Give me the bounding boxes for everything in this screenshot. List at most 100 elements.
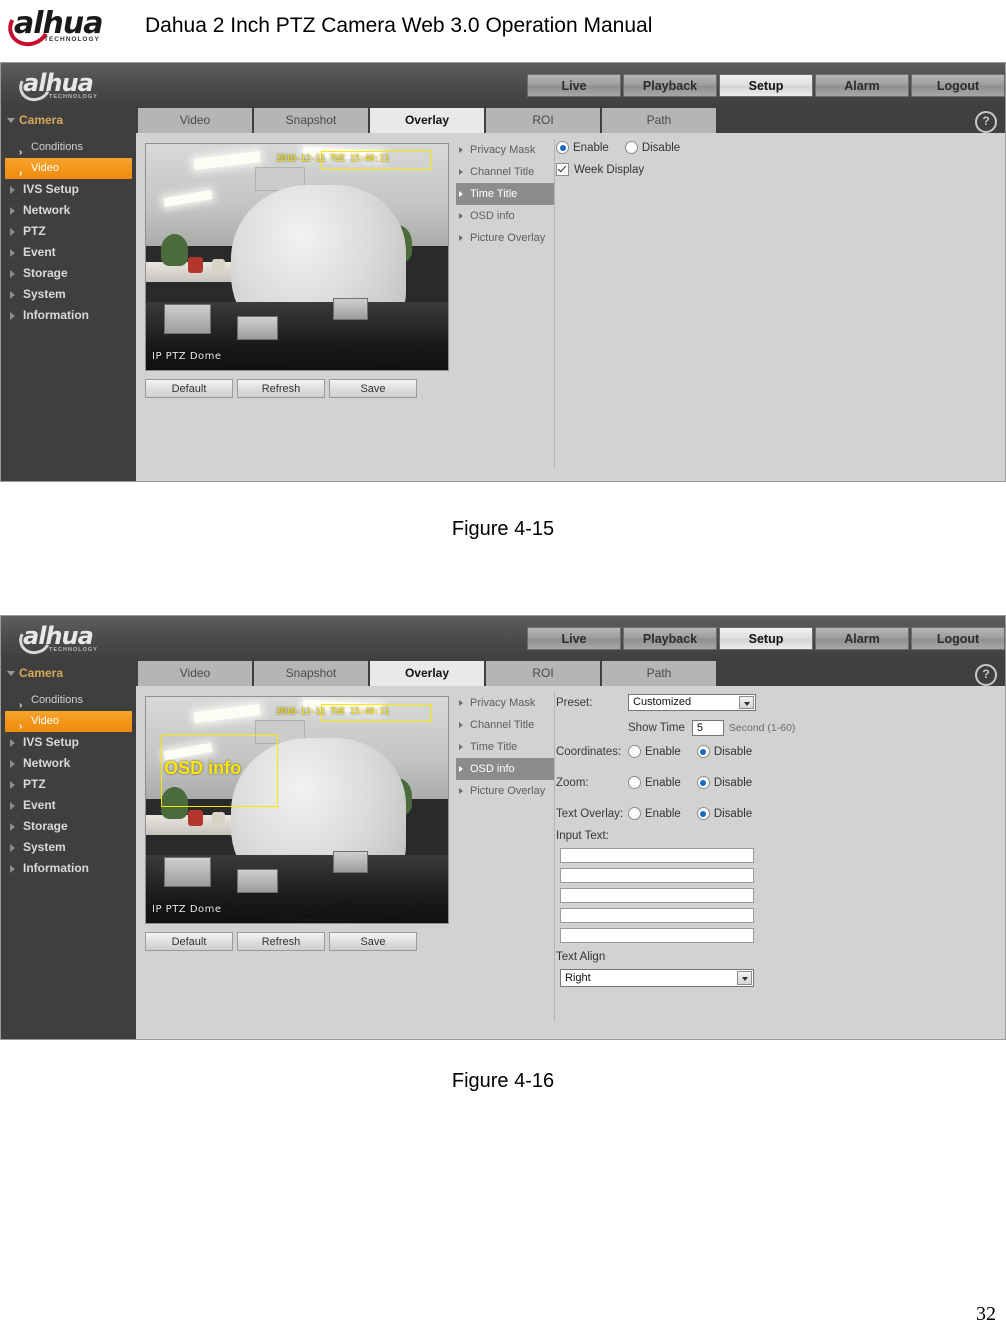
sidebar-item-label-information-2: Information (23, 861, 89, 875)
text-align-label-2: Text Align (556, 951, 606, 963)
label-disable-1[interactable]: Disable (642, 142, 680, 154)
label-coordinates-enable-2[interactable]: Enable (645, 746, 681, 758)
action-button-row-2: Default Refresh Save (145, 932, 449, 951)
tabs-1: Video Snapshot Overlay ROI Path (138, 108, 718, 133)
chevron-down-icon-text-align-2[interactable] (737, 971, 752, 985)
sidebar-item-information-1[interactable]: Information (1, 305, 136, 326)
video-scene-box-c-2 (333, 850, 369, 873)
show-time-input-2[interactable]: 5 (691, 720, 724, 736)
week-display-row-1: Week Display (556, 163, 997, 176)
sidebar-item-system-1[interactable]: System (1, 284, 136, 305)
tab-path-1[interactable]: Path (602, 108, 716, 133)
sidebar-item-ptz-2[interactable]: PTZ (1, 774, 136, 795)
tab-path-2[interactable]: Path (602, 661, 716, 686)
sidebar-item-event-2[interactable]: Event (1, 795, 136, 816)
sidebar-item-storage-2[interactable]: Storage (1, 816, 136, 837)
label-text-overlay-disable-2[interactable]: Disable (714, 808, 752, 820)
tab-roi-1[interactable]: ROI (486, 108, 600, 133)
app-logo-tagline-1: TECHNOLOGY (49, 94, 98, 100)
sidebar-item-network-1[interactable]: Network (1, 200, 136, 221)
nav-button-setup-1[interactable]: Setup (719, 74, 813, 97)
text-align-select-2[interactable]: Right (560, 969, 754, 987)
help-icon-1[interactable]: ? (975, 111, 997, 133)
input-text-field-1-2[interactable] (560, 848, 754, 863)
label-zoom-enable-2[interactable]: Enable (645, 777, 681, 789)
refresh-button-2[interactable]: Refresh (237, 932, 325, 951)
default-button-1[interactable]: Default (145, 379, 233, 398)
input-text-field-4-2[interactable] (560, 908, 754, 923)
nav-button-live-2[interactable]: Live (527, 627, 621, 650)
submenu-item-osd-info-1[interactable]: OSD info (456, 205, 546, 227)
sidebar-item-event-1[interactable]: Event (1, 242, 136, 263)
nav-button-setup-2[interactable]: Setup (719, 627, 813, 650)
tab-snapshot-1[interactable]: Snapshot (254, 108, 368, 133)
input-text-field-3-2[interactable] (560, 888, 754, 903)
label-week-display-1[interactable]: Week Display (574, 164, 644, 176)
input-text-label-2: Input Text: (556, 830, 609, 842)
label-text-overlay-enable-2[interactable]: Enable (645, 808, 681, 820)
label-coordinates-disable-2[interactable]: Disable (714, 746, 752, 758)
nav-button-playback-1[interactable]: Playback (623, 74, 717, 97)
sidebar-header-camera-2[interactable]: Camera (1, 661, 136, 686)
save-button-1[interactable]: Save (329, 379, 417, 398)
sidebar-item-conditions-1[interactable]: › Conditions (1, 137, 136, 158)
tab-snapshot-2[interactable]: Snapshot (254, 661, 368, 686)
radio-enable-1[interactable] (556, 141, 569, 154)
osd-time-text-2: 2016-12-11 TUE 15:40:11 (275, 706, 390, 717)
radio-zoom-enable-2[interactable] (628, 776, 641, 789)
sidebar-item-network-2[interactable]: Network (1, 753, 136, 774)
input-text-field-2-2[interactable] (560, 868, 754, 883)
video-preview-2[interactable]: 2016-12-11 TUE 15:40:11 OSD info IP PTZ … (145, 696, 449, 924)
video-preview-1[interactable]: 2016-12-11 TUE 15:40:11 IP PTZ Dome (145, 143, 449, 371)
input-text-field-5-2[interactable] (560, 928, 754, 943)
nav-button-live-1[interactable]: Live (527, 74, 621, 97)
label-enable-1[interactable]: Enable (573, 142, 609, 154)
help-icon-2[interactable]: ? (975, 664, 997, 686)
sidebar-header-camera-1[interactable]: Camera (1, 108, 136, 133)
nav-button-playback-2[interactable]: Playback (623, 627, 717, 650)
submenu-item-channel-title-1[interactable]: Channel Title (456, 161, 546, 183)
sidebar-item-label-video-1: Video (31, 162, 59, 174)
sidebar-item-video-1[interactable]: › Video (5, 158, 132, 179)
tab-video-2[interactable]: Video (138, 661, 252, 686)
submenu-item-time-title-1[interactable]: Time Title (456, 183, 554, 205)
checkbox-week-display-1[interactable] (556, 163, 569, 176)
tab-video-1[interactable]: Video (138, 108, 252, 133)
radio-coordinates-disable-2[interactable] (696, 745, 710, 758)
sidebar-item-conditions-2[interactable]: › Conditions (1, 690, 136, 711)
radio-coordinates-enable-2[interactable] (628, 745, 641, 758)
arrow-right-icon-event-2 (10, 802, 15, 810)
sidebar-item-video-2[interactable]: › Video (5, 711, 132, 732)
radio-zoom-disable-2[interactable] (696, 776, 710, 789)
submenu-item-picture-overlay-2[interactable]: Picture Overlay (456, 780, 546, 802)
submenu-item-channel-title-2[interactable]: Channel Title (456, 714, 546, 736)
radio-disable-1[interactable] (624, 141, 638, 154)
sidebar-item-ivs-setup-1[interactable]: IVS Setup (1, 179, 136, 200)
sidebar-item-label-system-1: System (23, 287, 66, 301)
submenu-item-osd-info-2[interactable]: OSD info (456, 758, 554, 780)
refresh-button-1[interactable]: Refresh (237, 379, 325, 398)
nav-button-alarm-1[interactable]: Alarm (815, 74, 909, 97)
tab-roi-2[interactable]: ROI (486, 661, 600, 686)
sidebar-item-ivs-setup-2[interactable]: IVS Setup (1, 732, 136, 753)
sidebar-item-information-2[interactable]: Information (1, 858, 136, 879)
default-button-2[interactable]: Default (145, 932, 233, 951)
tab-overlay-2[interactable]: Overlay (370, 661, 484, 686)
radio-text-overlay-enable-2[interactable] (628, 807, 641, 820)
radio-text-overlay-disable-2[interactable] (696, 807, 710, 820)
nav-button-logout-1[interactable]: Logout (911, 74, 1005, 97)
tab-overlay-1[interactable]: Overlay (370, 108, 484, 133)
nav-button-alarm-2[interactable]: Alarm (815, 627, 909, 650)
submenu-item-privacy-mask-2[interactable]: Privacy Mask (456, 692, 546, 714)
label-zoom-disable-2[interactable]: Disable (714, 777, 752, 789)
nav-button-logout-2[interactable]: Logout (911, 627, 1005, 650)
preset-select-2[interactable]: Customized (628, 694, 756, 711)
sidebar-item-storage-1[interactable]: Storage (1, 263, 136, 284)
sidebar-item-ptz-1[interactable]: PTZ (1, 221, 136, 242)
save-button-2[interactable]: Save (329, 932, 417, 951)
submenu-item-time-title-2[interactable]: Time Title (456, 736, 546, 758)
chevron-down-icon-preset-2[interactable] (739, 696, 754, 709)
sidebar-item-system-2[interactable]: System (1, 837, 136, 858)
submenu-item-picture-overlay-1[interactable]: Picture Overlay (456, 227, 546, 249)
submenu-item-privacy-mask-1[interactable]: Privacy Mask (456, 139, 546, 161)
